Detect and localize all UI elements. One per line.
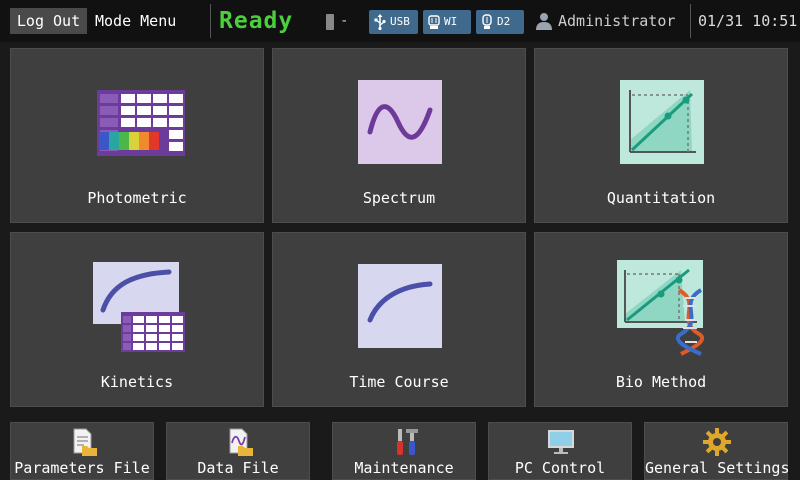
photometric-icon bbox=[97, 90, 185, 156]
bottom-bar: Parameters File Data File Maintenance PC… bbox=[0, 414, 800, 480]
pc-control-button[interactable]: PC Control bbox=[488, 422, 632, 480]
general-settings-button[interactable]: General Settings bbox=[644, 422, 790, 480]
wi-lamp-icon bbox=[428, 15, 440, 29]
mode-label-time-course: Time Course bbox=[349, 373, 449, 391]
usb-badge: USB bbox=[369, 10, 418, 34]
user-name: Administrator bbox=[558, 12, 676, 30]
top-bar: Log Out Mode Menu Ready - USB WI D2 Admi… bbox=[0, 0, 800, 42]
data-file-button[interactable]: Data File bbox=[166, 422, 310, 480]
pc-monitor-icon bbox=[548, 430, 574, 454]
cell-holder-icon bbox=[326, 14, 334, 30]
data-file-label: Data File bbox=[197, 459, 279, 477]
quantitation-icon bbox=[620, 80, 704, 164]
mode-label-kinetics: Kinetics bbox=[100, 373, 174, 391]
logout-button[interactable]: Log Out bbox=[10, 8, 87, 34]
mode-label-spectrum: Spectrum bbox=[362, 189, 436, 207]
d2-label: D2 bbox=[497, 15, 511, 28]
cell-holder-value: - bbox=[340, 13, 349, 29]
mode-tile-quantitation[interactable]: Quantitation bbox=[534, 48, 788, 223]
pc-control-label: PC Control bbox=[514, 459, 606, 477]
mode-tile-photometric[interactable]: Photometric bbox=[10, 48, 264, 223]
usb-label: USB bbox=[390, 15, 410, 28]
mode-tile-bio-method[interactable]: Bio Method bbox=[534, 232, 788, 407]
user-icon bbox=[536, 13, 552, 30]
mode-label-photometric: Photometric bbox=[87, 189, 187, 207]
date-time: 01/31 10:51 bbox=[698, 12, 798, 30]
time-course-icon bbox=[358, 264, 442, 348]
mode-tile-kinetics[interactable]: Kinetics bbox=[10, 232, 264, 407]
data-file-icon bbox=[229, 428, 253, 456]
bio-method-icon bbox=[617, 260, 705, 356]
divider bbox=[690, 4, 691, 38]
maintenance-button[interactable]: Maintenance bbox=[332, 422, 476, 480]
parameters-file-button[interactable]: Parameters File bbox=[10, 422, 154, 480]
parameters-file-icon bbox=[73, 428, 97, 456]
d2-lamp-badge: D2 bbox=[476, 10, 524, 34]
divider bbox=[210, 4, 211, 38]
kinetics-icon bbox=[93, 262, 185, 352]
mode-tile-spectrum[interactable]: Spectrum bbox=[272, 48, 526, 223]
wi-label: WI bbox=[444, 15, 458, 28]
spectrum-icon bbox=[358, 80, 442, 164]
d2-lamp-icon bbox=[482, 14, 492, 29]
parameters-file-label: Parameters File bbox=[14, 459, 150, 477]
mode-menu-title: Mode Menu bbox=[95, 12, 177, 30]
general-settings-label: General Settings bbox=[645, 459, 790, 477]
usb-icon bbox=[374, 14, 386, 30]
mode-label-quantitation: Quantitation bbox=[606, 189, 716, 207]
gear-icon bbox=[703, 428, 731, 456]
maintenance-label: Maintenance bbox=[354, 459, 454, 477]
mode-tile-time-course[interactable]: Time Course bbox=[272, 232, 526, 407]
mode-label-bio-method: Bio Method bbox=[615, 373, 707, 391]
status-text: Ready bbox=[219, 8, 294, 34]
maintenance-icon bbox=[397, 429, 418, 455]
wi-lamp-badge: WI bbox=[423, 10, 471, 34]
